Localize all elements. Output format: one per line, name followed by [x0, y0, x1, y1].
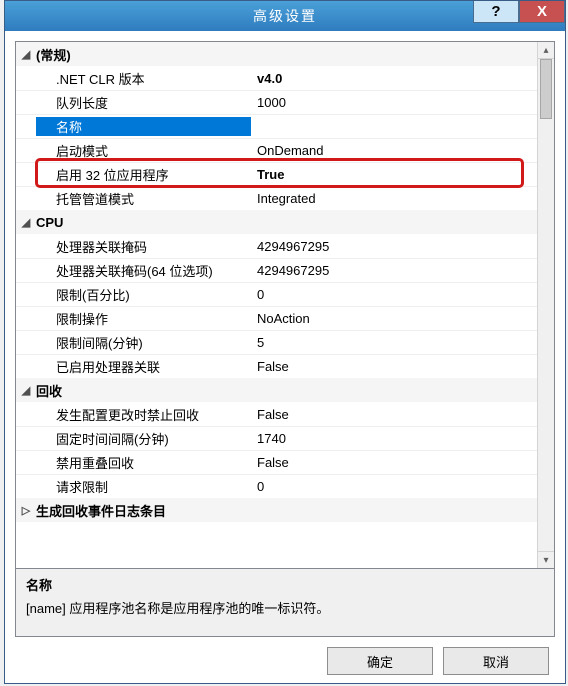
prop-pipeline-mode[interactable]: 托管管道模式 Integrated — [16, 186, 537, 210]
prop-fixed-interval[interactable]: 固定时间间隔(分钟) 1740 — [16, 426, 537, 450]
description-text: [name] 应用程序池名称是应用程序池的唯一标识符。 — [26, 598, 544, 617]
prop-label: 名称 — [36, 117, 251, 136]
scroll-down-icon[interactable]: ▾ — [538, 551, 554, 568]
prop-value: 1740 — [251, 431, 537, 446]
prop-disable-overlap[interactable]: 禁用重叠回收 False — [16, 450, 537, 474]
prop-limit-action[interactable]: 限制操作 NoAction — [16, 306, 537, 330]
expand-icon[interactable]: ▷ — [16, 504, 36, 517]
category-label: (常规) — [36, 45, 71, 64]
prop-value: 4294967295 — [251, 263, 537, 278]
prop-value: False — [251, 359, 537, 374]
category-general[interactable]: ◢ (常规) — [16, 42, 537, 66]
prop-affinity-enabled[interactable]: 已启用处理器关联 False — [16, 354, 537, 378]
prop-value: False — [251, 407, 537, 422]
prop-value: 0 — [251, 287, 537, 302]
prop-value: v4.0 — [251, 71, 537, 86]
prop-value: False — [251, 455, 537, 470]
category-recycle[interactable]: ◢ 回收 — [16, 378, 537, 402]
prop-affinity-mask[interactable]: 处理器关联掩码 4294967295 — [16, 234, 537, 258]
prop-limit-percent[interactable]: 限制(百分比) 0 — [16, 282, 537, 306]
prop-label: 已启用处理器关联 — [36, 357, 251, 376]
prop-start-mode[interactable]: 启动模式 OnDemand — [16, 138, 537, 162]
prop-label: 发生配置更改时禁止回收 — [36, 405, 251, 424]
prop-label: .NET CLR 版本 — [36, 69, 251, 88]
prop-label: 启动模式 — [36, 141, 251, 160]
title-buttons: ? X — [473, 1, 565, 23]
prop-label: 限制操作 — [36, 309, 251, 328]
help-button[interactable]: ? — [473, 1, 519, 23]
prop-value: Integrated — [251, 191, 537, 206]
property-grid: ◢ (常规) .NET CLR 版本 v4.0 队列长度 1000 名称 — [15, 41, 555, 569]
collapse-icon[interactable]: ◢ — [16, 48, 36, 61]
prop-value: 0 — [251, 479, 537, 494]
prop-value: True — [251, 167, 537, 182]
vertical-scrollbar[interactable]: ▴ ▾ — [537, 42, 554, 568]
dialog-buttons: 确定 取消 — [15, 637, 555, 677]
cancel-button[interactable]: 取消 — [443, 647, 549, 675]
property-grid-rows: ◢ (常规) .NET CLR 版本 v4.0 队列长度 1000 名称 — [16, 42, 537, 568]
prop-value: 4294967295 — [251, 239, 537, 254]
prop-label: 队列长度 — [36, 93, 251, 112]
collapse-icon[interactable]: ◢ — [16, 216, 36, 229]
prop-label: 限制(百分比) — [36, 285, 251, 304]
category-label: 回收 — [36, 381, 62, 400]
prop-no-recycle-config[interactable]: 发生配置更改时禁止回收 False — [16, 402, 537, 426]
scroll-thumb[interactable] — [540, 59, 552, 119]
dialog-content: ◢ (常规) .NET CLR 版本 v4.0 队列长度 1000 名称 — [5, 31, 565, 683]
ok-button[interactable]: 确定 — [327, 647, 433, 675]
prop-name-selected[interactable]: 名称 — [16, 114, 537, 138]
category-gen-event[interactable]: ▷ 生成回收事件日志条目 — [16, 498, 537, 522]
category-label: 生成回收事件日志条目 — [36, 501, 166, 520]
prop-label: 限制间隔(分钟) — [36, 333, 251, 352]
description-pane: 名称 [name] 应用程序池名称是应用程序池的唯一标识符。 — [15, 569, 555, 637]
scroll-up-icon[interactable]: ▴ — [538, 42, 554, 59]
prop-label: 托管管道模式 — [36, 189, 251, 208]
prop-limit-interval[interactable]: 限制间隔(分钟) 5 — [16, 330, 537, 354]
category-cpu[interactable]: ◢ CPU — [16, 210, 537, 234]
prop-value: NoAction — [251, 311, 537, 326]
prop-request-limit[interactable]: 请求限制 0 — [16, 474, 537, 498]
prop-enable-32bit[interactable]: 启用 32 位应用程序 True — [16, 162, 537, 186]
titlebar[interactable]: 高级设置 ? X — [5, 1, 565, 31]
prop-value: 5 — [251, 335, 537, 350]
close-button[interactable]: X — [519, 1, 565, 23]
prop-value: 1000 — [251, 95, 537, 110]
prop-label: 启用 32 位应用程序 — [36, 165, 251, 184]
advanced-settings-dialog: 高级设置 ? X ◢ (常规) .NET CLR 版本 v4.0 队列长度 — [4, 0, 566, 684]
prop-clr-version[interactable]: .NET CLR 版本 v4.0 — [16, 66, 537, 90]
description-title: 名称 — [26, 575, 544, 594]
prop-queue-length[interactable]: 队列长度 1000 — [16, 90, 537, 114]
prop-value: OnDemand — [251, 143, 537, 158]
prop-label: 固定时间间隔(分钟) — [36, 429, 251, 448]
category-label: CPU — [36, 215, 63, 230]
prop-label: 处理器关联掩码 — [36, 237, 251, 256]
prop-label: 请求限制 — [36, 477, 251, 496]
prop-label: 处理器关联掩码(64 位选项) — [36, 261, 251, 280]
prop-affinity-mask-64[interactable]: 处理器关联掩码(64 位选项) 4294967295 — [16, 258, 537, 282]
prop-label: 禁用重叠回收 — [36, 453, 251, 472]
collapse-icon[interactable]: ◢ — [16, 384, 36, 397]
